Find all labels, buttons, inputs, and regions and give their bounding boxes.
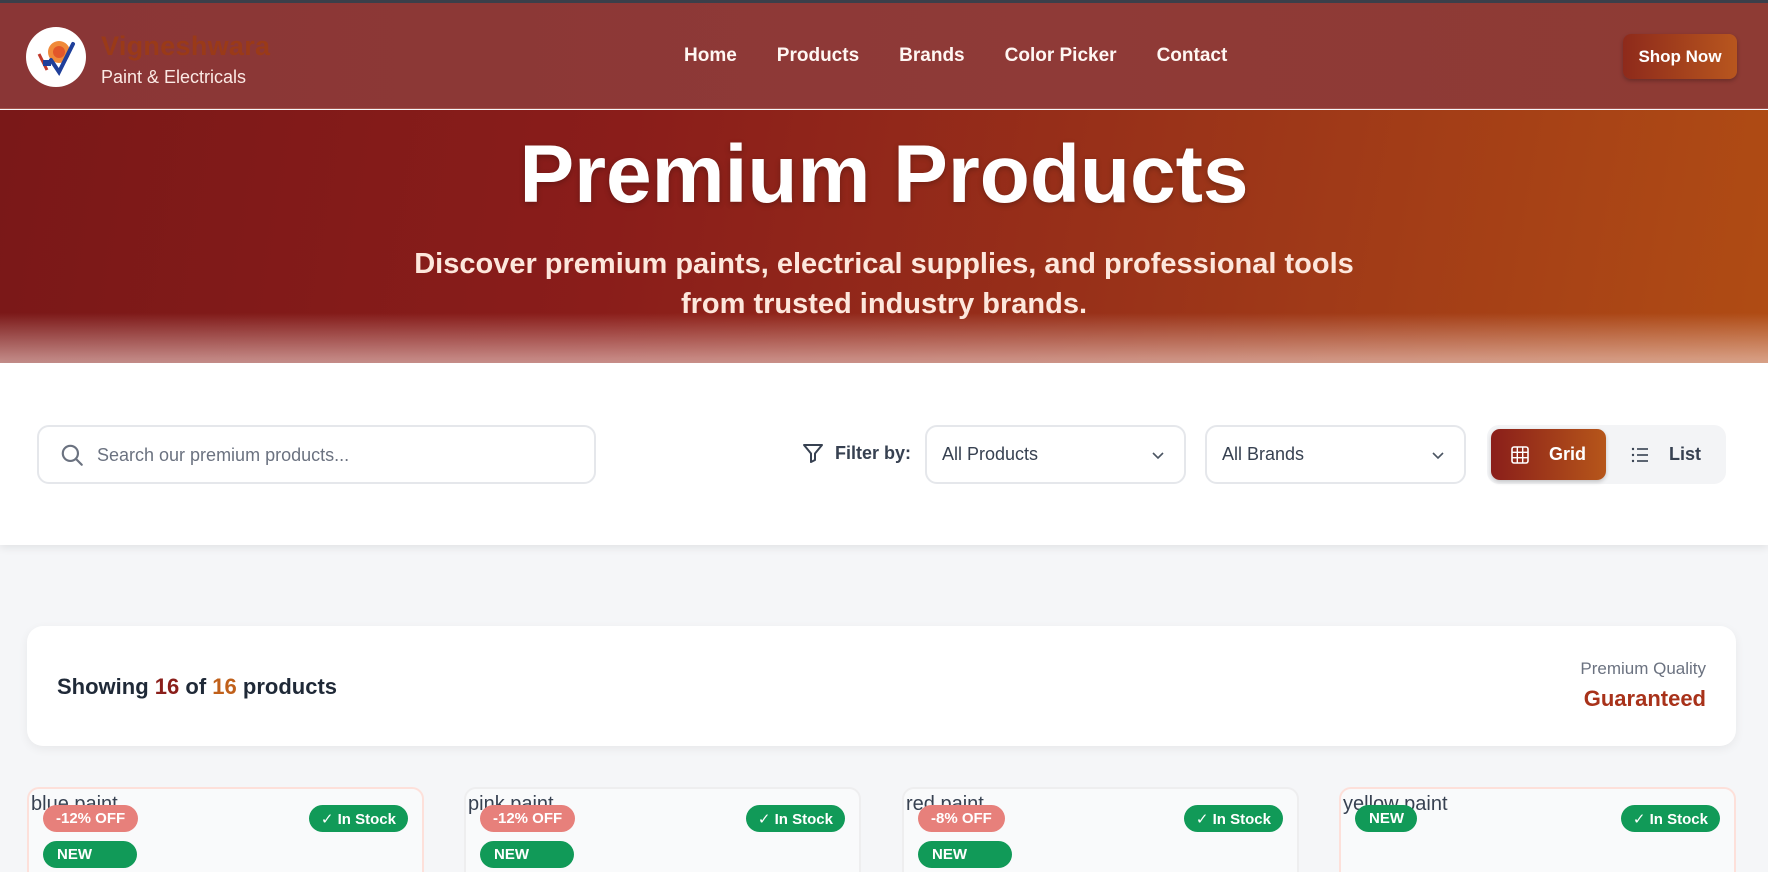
filter-label: Filter by:	[801, 441, 911, 465]
product-card[interactable]: pink paint -12% OFF NEW ✓ In Stock	[464, 787, 861, 872]
search-icon	[61, 444, 83, 466]
chevron-down-icon	[1432, 452, 1444, 460]
filter-label-text: Filter by:	[835, 442, 912, 463]
page-title: Premium Products	[519, 129, 1249, 220]
category-select-value: All Products	[942, 444, 1039, 464]
main-nav: Home Products Brands Color Picker Contac…	[684, 45, 1227, 67]
filter-icon	[803, 444, 823, 463]
nav-color-picker[interactable]: Color Picker	[1005, 45, 1117, 67]
product-card[interactable]: red paint -8% OFF NEW ✓ In Stock	[902, 787, 1299, 872]
nav-brands[interactable]: Brands	[899, 45, 964, 67]
logo-icon	[37, 41, 75, 76]
filter-bar: Filter by: All Products All Brands Grid	[0, 363, 1768, 545]
results-of: of	[185, 674, 207, 699]
results-shown-count: 16	[154, 674, 180, 699]
product-card[interactable]: yellow paint NEW ✓ In Stock	[1339, 787, 1736, 872]
quality-label: Premium Quality	[1580, 659, 1706, 678]
results-total-count: 16	[212, 674, 237, 699]
chevron-down-icon	[1152, 452, 1164, 460]
search-box[interactable]	[37, 425, 596, 484]
search-input[interactable]	[97, 440, 577, 470]
stock-badge: ✓ In Stock	[745, 805, 845, 832]
quality-value: Guaranteed	[1583, 686, 1706, 711]
product-card[interactable]: blue paint -12% OFF NEW ✓ In Stock	[27, 787, 424, 872]
discount-badge: -12% OFF	[480, 805, 576, 832]
discount-badge: -8% OFF	[918, 805, 1005, 832]
hero-banner: Premium Products Discover premium paints…	[0, 110, 1768, 363]
grid-icon	[1511, 445, 1529, 464]
grid-view-label: Grid	[1548, 444, 1586, 464]
discount-badge: -12% OFF	[43, 805, 139, 832]
nav-home[interactable]: Home	[684, 45, 737, 67]
nav-contact[interactable]: Contact	[1157, 45, 1228, 67]
results-summary: Showing 16 of 16 products Premium Qualit…	[27, 626, 1736, 746]
new-badge: NEW	[918, 841, 1012, 868]
results-count: Showing 16 of 16 products	[57, 674, 337, 700]
stock-badge: ✓ In Stock	[1620, 805, 1720, 832]
brand-logo[interactable]	[26, 27, 86, 87]
brand-name[interactable]: Vigneshwara	[101, 31, 270, 62]
new-badge: NEW	[43, 841, 137, 868]
stock-badge: ✓ In Stock	[308, 805, 408, 832]
results-suffix: products	[242, 674, 338, 699]
view-toggle: Grid List	[1487, 425, 1726, 484]
results-prefix: Showing	[57, 674, 149, 699]
new-badge: NEW	[1355, 805, 1417, 832]
stock-badge: ✓ In Stock	[1183, 805, 1283, 832]
hero-fade	[0, 313, 1768, 363]
grid-view-button[interactable]: Grid	[1491, 429, 1606, 480]
brand-select[interactable]: All Brands	[1205, 425, 1466, 484]
list-icon	[1631, 447, 1648, 462]
shop-now-button[interactable]: Shop Now	[1623, 34, 1737, 79]
brand-select-value: All Brands	[1222, 444, 1305, 464]
list-view-button[interactable]: List	[1610, 429, 1722, 480]
category-select[interactable]: All Products	[925, 425, 1186, 484]
brand-tagline: Paint & Electricals	[101, 67, 247, 87]
nav-products[interactable]: Products	[777, 45, 859, 67]
hero-subtitle: Discover premium paints, electrical supp…	[414, 248, 1354, 320]
list-view-label: List	[1668, 444, 1701, 464]
new-badge: NEW	[480, 841, 574, 868]
site-header: Vigneshwara Paint & Electricals Home Pro…	[0, 3, 1768, 109]
